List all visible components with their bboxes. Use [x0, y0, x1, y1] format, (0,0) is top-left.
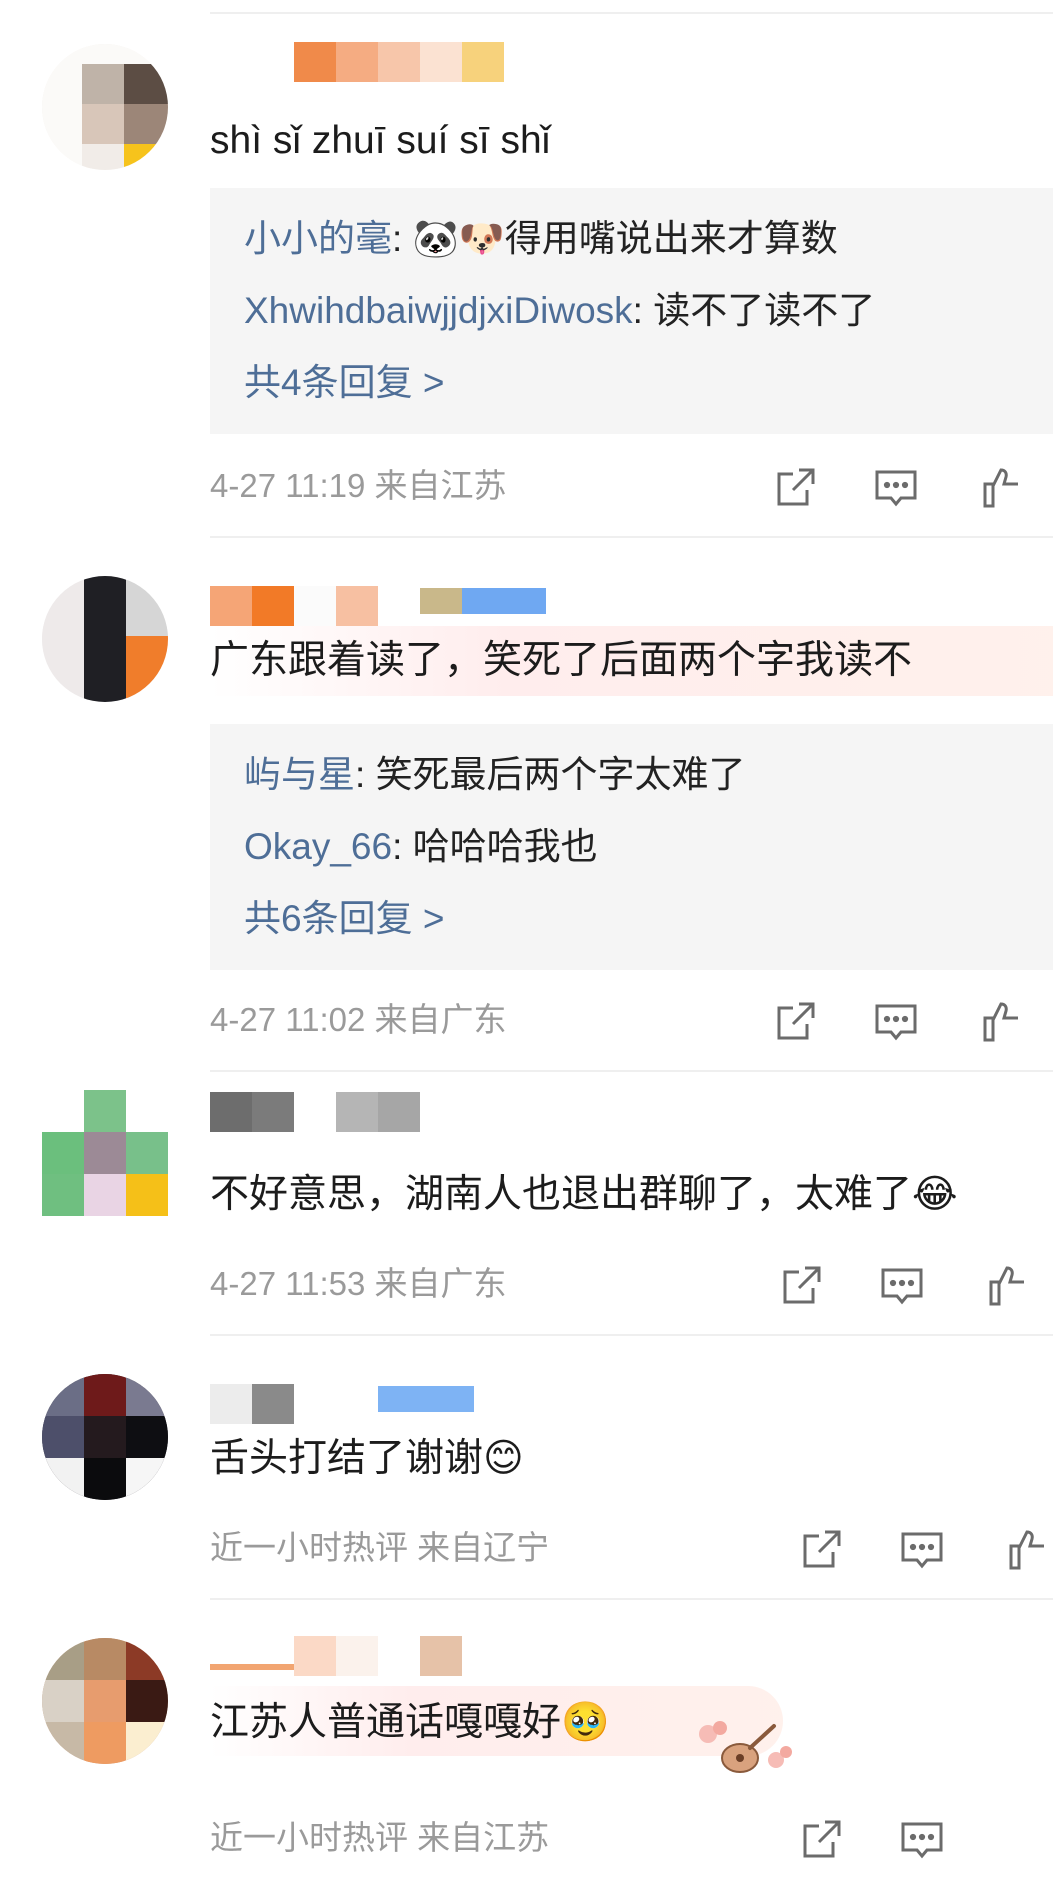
comment-text: 不好意思，湖南人也退出群聊了，太难了😂: [210, 1173, 958, 1216]
reply-item[interactable]: 屿与星: 笑死最后两个字太难了: [244, 748, 746, 802]
divider: [210, 1334, 1053, 1336]
share-icon[interactable]: [779, 1262, 825, 1308]
reply-text: 哈哈哈我也: [412, 826, 598, 867]
reply-username[interactable]: 小小的毫: [244, 218, 392, 259]
reply-box[interactable]: 小小的毫: 🐼🐶得用嘴说出来才算数 XhwihdbaiwjjdjxiDiwosk…: [210, 188, 1053, 434]
like-icon[interactable]: [1005, 1526, 1051, 1572]
action-bar: [779, 1260, 1053, 1310]
like-icon[interactable]: [985, 1262, 1031, 1308]
comment-text: 舌头打结了谢谢😊: [210, 1437, 524, 1480]
share-icon[interactable]: [773, 998, 819, 1044]
avatar[interactable]: [42, 1638, 168, 1764]
more-replies-link[interactable]: 共4条回复 >: [244, 356, 444, 410]
comment-meta: 4-27 11:53 来自广东: [210, 1265, 507, 1302]
divider: [210, 536, 1053, 538]
divider: [210, 1598, 1053, 1600]
comment-meta: 4-27 11:19 来自江苏: [210, 467, 507, 504]
comment-icon[interactable]: [899, 1816, 945, 1862]
comment-icon[interactable]: [873, 998, 919, 1044]
avatar[interactable]: [42, 44, 168, 170]
avatar[interactable]: [42, 1090, 168, 1216]
comment-icon[interactable]: [879, 1262, 925, 1308]
comment-text: 广东跟着读了，笑死了后面两个字我读不: [210, 639, 913, 682]
divider: [210, 1070, 1053, 1072]
comment-meta: 近一小时热评 来自江苏: [210, 1819, 550, 1856]
more-replies-link[interactable]: 共6条回复 >: [244, 892, 444, 946]
comment-icon[interactable]: [873, 464, 919, 510]
avatar[interactable]: [42, 1374, 168, 1500]
reply-username[interactable]: Okay_66: [244, 826, 392, 867]
share-icon[interactable]: [799, 1816, 845, 1862]
comment-meta: 近一小时热评 来自辽宁: [210, 1529, 550, 1566]
divider: [210, 12, 1053, 14]
like-icon[interactable]: [979, 998, 1025, 1044]
action-bar: [799, 1524, 1053, 1574]
action-bar: [799, 1814, 1053, 1864]
comment-text: shì sǐ zhuī suí sī shǐ: [210, 119, 551, 162]
share-icon[interactable]: [773, 464, 819, 510]
comment-meta: 4-27 11:02 来自广东: [210, 1001, 507, 1038]
action-bar: [773, 996, 1053, 1046]
reply-username[interactable]: XhwihdbaiwjjdjxiDiwosk: [244, 290, 633, 331]
share-icon[interactable]: [799, 1526, 845, 1572]
action-bar: [773, 462, 1053, 512]
pipa-flower-sticker: [699, 1721, 792, 1773]
reply-username[interactable]: 屿与星: [244, 754, 355, 795]
reply-text: 笑死最后两个字太难了: [375, 754, 746, 795]
reply-item[interactable]: 小小的毫: 🐼🐶得用嘴说出来才算数: [244, 212, 838, 266]
comment-text: 江苏人普通话嘎嘎好🥹: [210, 1701, 610, 1744]
reply-item[interactable]: Okay_66: 哈哈哈我也: [244, 820, 598, 874]
comment-icon[interactable]: [899, 1526, 945, 1572]
reply-item[interactable]: XhwihdbaiwjjdjxiDiwosk: 读不了读不了: [244, 284, 875, 338]
avatar[interactable]: [42, 576, 168, 702]
like-icon[interactable]: [979, 464, 1025, 510]
reply-text: 读不了读不了: [653, 290, 876, 331]
reply-box[interactable]: 屿与星: 笑死最后两个字太难了 Okay_66: 哈哈哈我也 共6条回复 >: [210, 724, 1053, 970]
reply-text: 🐼🐶得用嘴说出来才算数: [412, 218, 838, 259]
